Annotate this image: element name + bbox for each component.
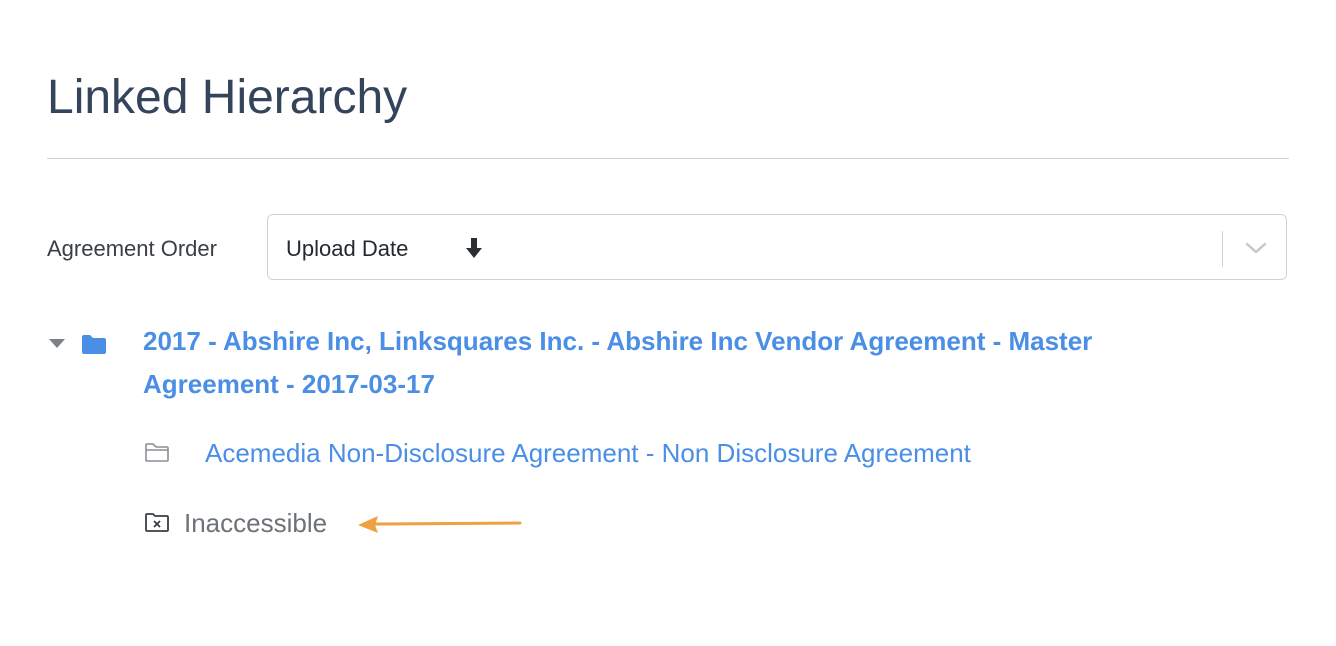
arrow-left-icon — [358, 516, 522, 533]
chevron-down-icon[interactable] — [1244, 239, 1268, 257]
page-title: Linked Hierarchy — [47, 71, 408, 124]
folder-x-icon — [145, 513, 169, 532]
title-divider — [47, 158, 1289, 159]
agreement-order-label: Agreement Order — [47, 236, 217, 261]
master-agreement-link[interactable]: 2017 - Abshire Inc, Linksquares Inc. - A… — [143, 320, 1233, 406]
inaccessible-label: Inaccessible — [184, 508, 328, 538]
select-separator — [1222, 231, 1223, 267]
child-agreement-link[interactable]: Acemedia Non-Disclosure Agreement - Non … — [205, 437, 971, 469]
agreement-order-value: Upload Date — [286, 236, 409, 261]
folder-outline-icon — [145, 443, 169, 462]
agreement-order-select[interactable]: Upload Date — [267, 214, 1287, 280]
caret-down-icon[interactable] — [48, 337, 66, 349]
folder-filled-icon — [82, 335, 106, 354]
arrow-down-icon[interactable] — [464, 236, 484, 260]
